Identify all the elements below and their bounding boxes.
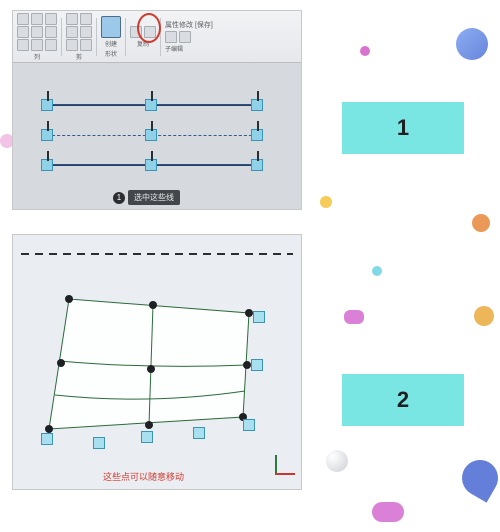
vertex-dot[interactable] xyxy=(245,309,253,317)
tool-icon[interactable] xyxy=(66,26,78,38)
decor-dot xyxy=(372,266,382,276)
vertex-dot[interactable] xyxy=(149,301,157,309)
callout-text: 选中这些线 xyxy=(128,190,180,205)
separator xyxy=(125,18,126,56)
spline-node[interactable] xyxy=(41,159,53,171)
spline-node[interactable] xyxy=(251,99,263,111)
surface-svg xyxy=(49,299,259,459)
spline-node[interactable] xyxy=(251,359,263,371)
shape-label: 形状 xyxy=(105,49,117,58)
tool-icon[interactable] xyxy=(66,13,78,25)
copy-label: 复制 xyxy=(137,39,149,48)
spline-node[interactable] xyxy=(251,159,263,171)
tool-icon[interactable] xyxy=(31,13,43,25)
viewport-top[interactable]: 1 选中这些线 xyxy=(13,63,301,209)
ribbon-group: 复制 xyxy=(130,26,156,48)
group-label: 子编辑 xyxy=(165,44,183,53)
tool-icon[interactable] xyxy=(17,13,29,25)
decor-shape xyxy=(344,310,364,324)
separator xyxy=(61,18,62,56)
tool-icon[interactable] xyxy=(17,39,29,51)
tool-icon[interactable] xyxy=(179,31,191,43)
callout-1: 1 选中这些线 xyxy=(113,190,180,205)
step-number: 2 xyxy=(397,387,409,413)
step-chip-2: 2 xyxy=(342,374,464,426)
spline-node[interactable] xyxy=(193,427,205,439)
spline-node[interactable] xyxy=(41,129,53,141)
decor-dot xyxy=(472,214,490,232)
spline-row xyxy=(41,99,263,111)
tool-icon[interactable] xyxy=(66,39,78,51)
tool-icon[interactable] xyxy=(31,39,43,51)
decor-dot xyxy=(360,46,370,56)
spline-node[interactable] xyxy=(145,99,157,111)
decor-dot xyxy=(474,306,494,326)
ribbon-group: 剪 xyxy=(66,13,92,61)
spline-node[interactable] xyxy=(243,419,255,431)
tool-icon[interactable] xyxy=(144,26,156,38)
vertex-dot[interactable] xyxy=(147,365,155,373)
step1-screenshot: 列 剪 创建 形状 复制 xyxy=(12,10,302,210)
spline-node[interactable] xyxy=(145,159,157,171)
vertex-dot[interactable] xyxy=(57,359,65,367)
spline-node[interactable] xyxy=(93,437,105,449)
subobj-label: 属性修改 [保存] xyxy=(165,20,213,30)
tool-icon[interactable] xyxy=(80,39,92,51)
ribbon-group: 列 xyxy=(17,13,57,61)
vertex-dot[interactable] xyxy=(145,421,153,429)
viewport-perspective[interactable]: 这些点可以随意移动 xyxy=(13,235,301,489)
ribbon-group: 属性修改 [保存] 子编辑 xyxy=(165,20,297,53)
ribbon-toolbar: 列 剪 创建 形状 复制 xyxy=(13,11,301,63)
tool-icon[interactable] xyxy=(45,26,57,38)
vertex-dot[interactable] xyxy=(243,361,251,369)
axis-x xyxy=(275,473,295,475)
group-label: 剪 xyxy=(76,52,82,61)
spline-node[interactable] xyxy=(141,431,153,443)
vertex-dot[interactable] xyxy=(65,295,73,303)
decor-sphere xyxy=(456,28,488,60)
step-number: 1 xyxy=(397,115,409,141)
horizon-line xyxy=(21,253,293,255)
spline-node[interactable] xyxy=(41,433,53,445)
annotation-text: 这些点可以随意移动 xyxy=(103,470,184,483)
ribbon-group-create: 创建 形状 xyxy=(101,16,121,58)
tool-icon[interactable] xyxy=(17,26,29,38)
decor-shape xyxy=(372,502,404,522)
decor-sphere xyxy=(326,450,348,472)
create-shape-button[interactable] xyxy=(101,16,121,38)
separator xyxy=(160,18,161,56)
tutorial-page: 列 剪 创建 形状 复制 xyxy=(0,10,500,532)
decor-shape xyxy=(455,453,500,502)
tool-icon[interactable] xyxy=(80,26,92,38)
step-chip-1: 1 xyxy=(342,102,464,154)
vertex-dot[interactable] xyxy=(45,425,53,433)
axis-y xyxy=(275,455,277,475)
tool-icon[interactable] xyxy=(45,39,57,51)
tool-icon[interactable] xyxy=(31,26,43,38)
spline-node[interactable] xyxy=(41,99,53,111)
tool-icon[interactable] xyxy=(130,26,142,38)
callout-number: 1 xyxy=(113,192,125,204)
tool-icon[interactable] xyxy=(165,31,177,43)
step2-screenshot: 这些点可以随意移动 xyxy=(12,234,302,490)
tool-icon[interactable] xyxy=(80,13,92,25)
spline-row xyxy=(41,129,263,141)
separator xyxy=(96,18,97,56)
tool-icon[interactable] xyxy=(45,13,57,25)
screenshots-column: 列 剪 创建 形状 复制 xyxy=(12,10,302,490)
create-label: 创建 xyxy=(105,39,117,48)
loft-surface[interactable] xyxy=(49,299,259,449)
spline-row xyxy=(41,159,263,171)
group-label: 列 xyxy=(34,52,40,61)
spline-node[interactable] xyxy=(251,129,263,141)
spline-node[interactable] xyxy=(145,129,157,141)
spline-node[interactable] xyxy=(253,311,265,323)
decor-dot xyxy=(320,196,332,208)
